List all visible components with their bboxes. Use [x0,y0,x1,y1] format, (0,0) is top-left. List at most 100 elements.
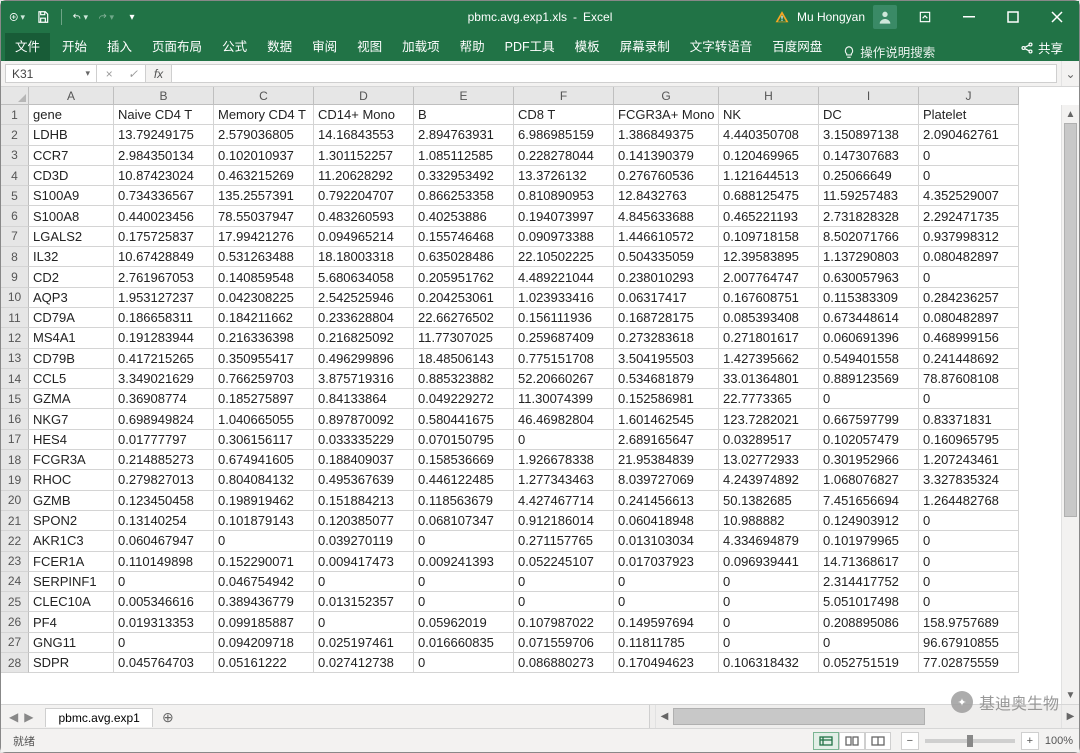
view-page-layout[interactable] [839,732,865,750]
row-header-24[interactable]: 24 [1,572,29,592]
sheet-prev-icon[interactable]: ◀ [9,710,18,724]
row-header-1[interactable]: 1 [1,105,29,125]
cell-H19[interactable]: 4.243974892 [719,470,819,490]
qat-customize-icon[interactable]: ▾ [124,9,140,25]
cell-G4[interactable]: 0.276760536 [614,166,719,186]
cell-B10[interactable]: 1.953127237 [114,288,214,308]
cell-C5[interactable]: 135.2557391 [214,186,314,206]
spreadsheet-grid[interactable]: ABCDEFGHIJ1geneNaive CD4 TMemory CD4 TCD… [1,87,1079,673]
cell-G14[interactable]: 0.534681879 [614,369,719,389]
view-normal[interactable] [813,732,839,750]
cell-H12[interactable]: 0.271801617 [719,328,819,348]
cell-C7[interactable]: 17.99421276 [214,227,314,247]
cell-E28[interactable]: 0 [414,653,514,673]
cell-H7[interactable]: 0.109718158 [719,227,819,247]
cell-I24[interactable]: 2.314417752 [819,572,919,592]
cell-J12[interactable]: 0.468999156 [919,328,1019,348]
cell-E17[interactable]: 0.070150795 [414,430,514,450]
row-header-22[interactable]: 22 [1,531,29,551]
ribbon-tab-7[interactable]: 视图 [347,31,392,61]
cell-A25[interactable]: CLEC10A [29,592,114,612]
cell-A24[interactable]: SERPINF1 [29,572,114,592]
cell-C20[interactable]: 0.198919462 [214,491,314,511]
cell-G1[interactable]: FCGR3A+ Mono [614,105,719,125]
cell-B21[interactable]: 0.13140254 [114,511,214,531]
cell-G11[interactable]: 0.168728175 [614,308,719,328]
cell-D24[interactable]: 0 [314,572,414,592]
row-header-20[interactable]: 20 [1,491,29,511]
ribbon-tab-4[interactable]: 公式 [212,31,257,61]
cell-H27[interactable]: 0 [719,633,819,653]
col-header-C[interactable]: C [214,87,314,105]
cell-H9[interactable]: 2.007764747 [719,267,819,287]
cell-A21[interactable]: SPON2 [29,511,114,531]
row-header-6[interactable]: 6 [1,206,29,226]
cell-E11[interactable]: 22.66276502 [414,308,514,328]
cell-D15[interactable]: 0.84133864 [314,389,414,409]
cell-C22[interactable]: 0 [214,531,314,551]
cell-H25[interactable]: 0 [719,592,819,612]
cell-G3[interactable]: 0.141390379 [614,146,719,166]
cell-D8[interactable]: 18.18003318 [314,247,414,267]
cell-B15[interactable]: 0.36908774 [114,389,214,409]
cell-H20[interactable]: 50.1382685 [719,491,819,511]
ribbon-options-icon[interactable] [903,1,947,33]
cell-J24[interactable]: 0 [919,572,1019,592]
cell-F22[interactable]: 0.271157765 [514,531,614,551]
cell-C1[interactable]: Memory CD4 T [214,105,314,125]
cell-A3[interactable]: CCR7 [29,146,114,166]
cell-D18[interactable]: 0.188409037 [314,450,414,470]
ribbon-tab-12[interactable]: 屏幕录制 [610,31,680,61]
row-header-25[interactable]: 25 [1,592,29,612]
cell-B20[interactable]: 0.123450458 [114,491,214,511]
cell-A27[interactable]: GNG11 [29,633,114,653]
cell-E1[interactable]: B [414,105,514,125]
cell-F11[interactable]: 0.156111936 [514,308,614,328]
cell-G2[interactable]: 1.386849375 [614,125,719,145]
cell-G19[interactable]: 8.039727069 [614,470,719,490]
cell-H4[interactable]: 1.121644513 [719,166,819,186]
cell-F3[interactable]: 0.228278044 [514,146,614,166]
cell-J15[interactable]: 0 [919,389,1019,409]
col-header-I[interactable]: I [819,87,919,105]
cell-D14[interactable]: 3.875719316 [314,369,414,389]
close-button[interactable] [1035,1,1079,33]
cell-D3[interactable]: 1.301152257 [314,146,414,166]
cell-A20[interactable]: GZMB [29,491,114,511]
cell-D20[interactable]: 0.151884213 [314,491,414,511]
cell-B5[interactable]: 0.734336567 [114,186,214,206]
cell-I17[interactable]: 0.102057479 [819,430,919,450]
cell-J7[interactable]: 0.937998312 [919,227,1019,247]
cell-G13[interactable]: 3.504195503 [614,349,719,369]
cell-I12[interactable]: 0.060691396 [819,328,919,348]
cell-B18[interactable]: 0.214885273 [114,450,214,470]
row-header-11[interactable]: 11 [1,308,29,328]
cell-G17[interactable]: 2.689165647 [614,430,719,450]
cell-C17[interactable]: 0.306156117 [214,430,314,450]
cell-J9[interactable]: 0 [919,267,1019,287]
cell-D23[interactable]: 0.009417473 [314,552,414,572]
row-header-7[interactable]: 7 [1,227,29,247]
cell-I4[interactable]: 0.25066649 [819,166,919,186]
user-name[interactable]: Mu Hongyan [789,10,873,24]
cell-H24[interactable]: 0 [719,572,819,592]
cell-B3[interactable]: 2.984350134 [114,146,214,166]
name-box[interactable]: K31 ▾ [5,64,97,83]
cell-J11[interactable]: 0.080482897 [919,308,1019,328]
cell-D16[interactable]: 0.897870092 [314,409,414,429]
cell-C11[interactable]: 0.184211662 [214,308,314,328]
col-header-J[interactable]: J [919,87,1019,105]
cell-F14[interactable]: 52.20660267 [514,369,614,389]
cell-D13[interactable]: 0.496299896 [314,349,414,369]
cell-H21[interactable]: 10.988882 [719,511,819,531]
cell-D2[interactable]: 14.16843553 [314,125,414,145]
cell-D26[interactable]: 0 [314,612,414,632]
cell-G18[interactable]: 21.95384839 [614,450,719,470]
cell-E6[interactable]: 0.40253886 [414,206,514,226]
cell-E10[interactable]: 0.204253061 [414,288,514,308]
cell-E27[interactable]: 0.016660835 [414,633,514,653]
cell-I9[interactable]: 0.630057963 [819,267,919,287]
cell-C25[interactable]: 0.389436779 [214,592,314,612]
cell-J5[interactable]: 4.352529007 [919,186,1019,206]
row-header-23[interactable]: 23 [1,552,29,572]
